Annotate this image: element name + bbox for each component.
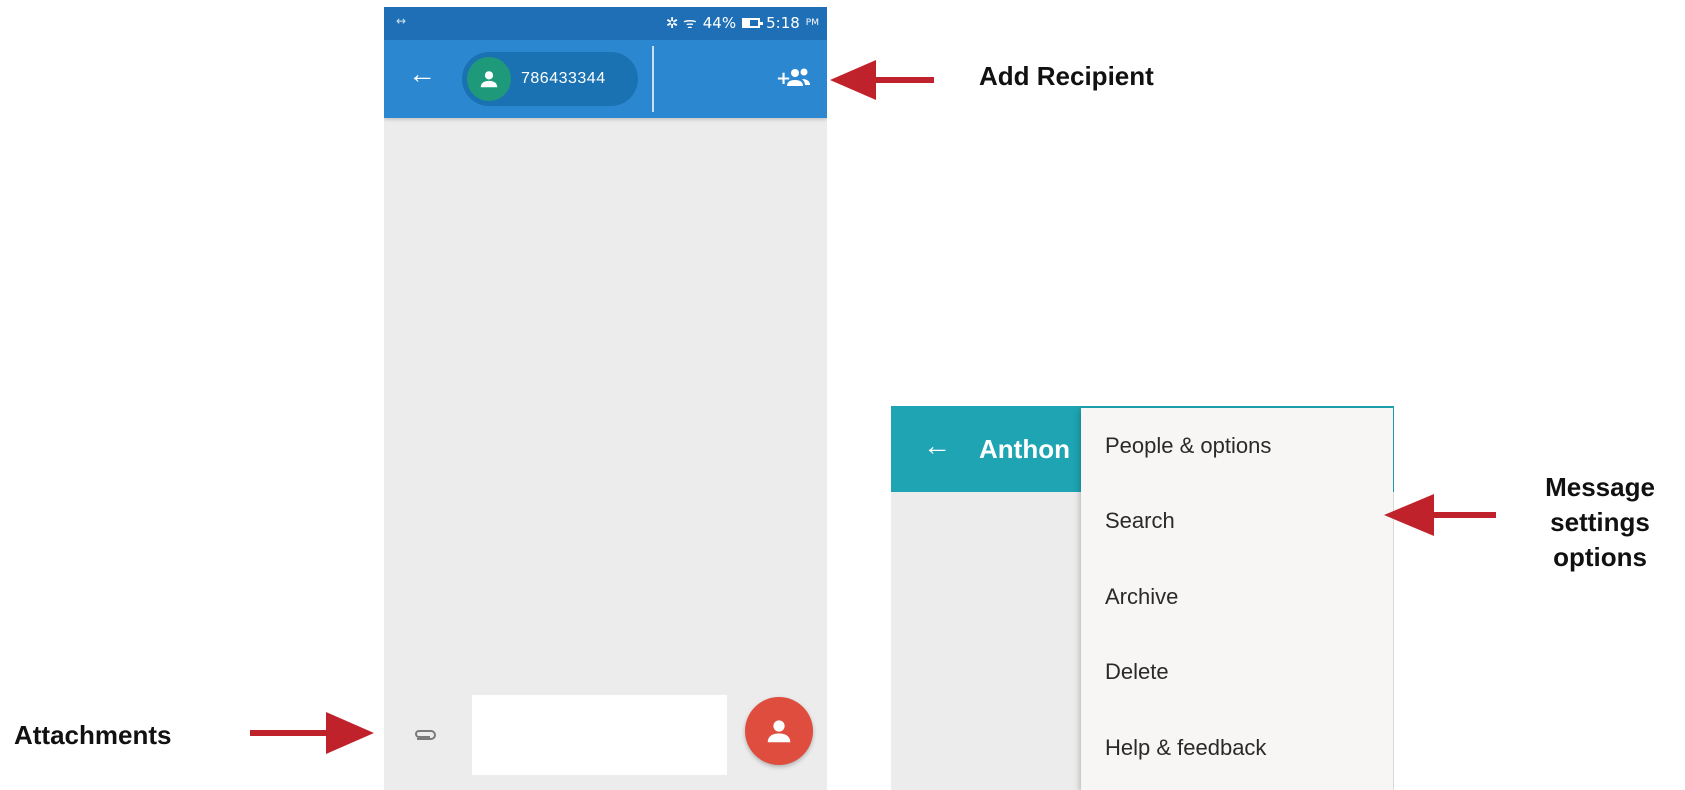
message-settings-line-1: Message [1545, 472, 1655, 502]
menu-item-help-feedback[interactable]: Help & feedback [1081, 710, 1393, 786]
add-people-icon[interactable]: + [776, 64, 812, 94]
person-icon [767, 720, 791, 743]
message-settings-label: Message settings options [1520, 470, 1680, 575]
status-bar: ↔ ✲ ᯤ 44% 5:18 PM [384, 7, 827, 40]
attachments-label: Attachments [14, 720, 172, 750]
overflow-menu-screen: ← Anthon People & options Search Archive… [891, 406, 1394, 790]
paperclip-icon[interactable] [412, 722, 438, 748]
notification-dots-icon: ↔ [396, 14, 407, 28]
appbar-divider [652, 46, 654, 112]
back-arrow-icon[interactable]: ← [408, 60, 436, 88]
status-time: 5:18 [766, 14, 800, 32]
message-settings-line-2: settings [1550, 507, 1650, 537]
recipient-number: 786433344 [521, 70, 606, 87]
contact-button[interactable] [745, 697, 813, 765]
overflow-menu: People & options Search Archive Delete H… [1081, 408, 1393, 790]
conversation-screen: ↔ ✲ ᯤ 44% 5:18 PM ← 786433344 + [384, 7, 827, 790]
battery-percent: 44% [702, 14, 737, 32]
conversation-title: Anthon [979, 434, 1070, 464]
menu-item-people-options[interactable]: People & options [1081, 408, 1393, 484]
menu-item-delete[interactable]: Delete [1081, 635, 1393, 711]
person-icon [467, 57, 511, 101]
message-settings-arrow [1384, 494, 1496, 536]
app-bar: ← 786433344 + [384, 40, 827, 118]
add-recipient-arrow [830, 60, 934, 100]
battery-icon [742, 18, 764, 28]
status-time-suffix: PM [805, 18, 819, 28]
status-right: ✲ ᯤ 44% 5:18 PM [666, 13, 819, 33]
attachments-arrow [250, 712, 374, 754]
recipient-chip[interactable]: 786433344 [462, 52, 638, 106]
compose-message-input[interactable] [472, 695, 727, 775]
message-settings-line-3: options [1553, 542, 1647, 572]
menu-item-archive[interactable]: Archive [1081, 559, 1393, 635]
menu-item-search[interactable]: Search [1081, 484, 1393, 560]
add-recipient-label: Add Recipient [979, 61, 1154, 91]
back-arrow-icon[interactable]: ← [923, 432, 951, 460]
status-icons: ✲ ᯤ [665, 14, 697, 32]
